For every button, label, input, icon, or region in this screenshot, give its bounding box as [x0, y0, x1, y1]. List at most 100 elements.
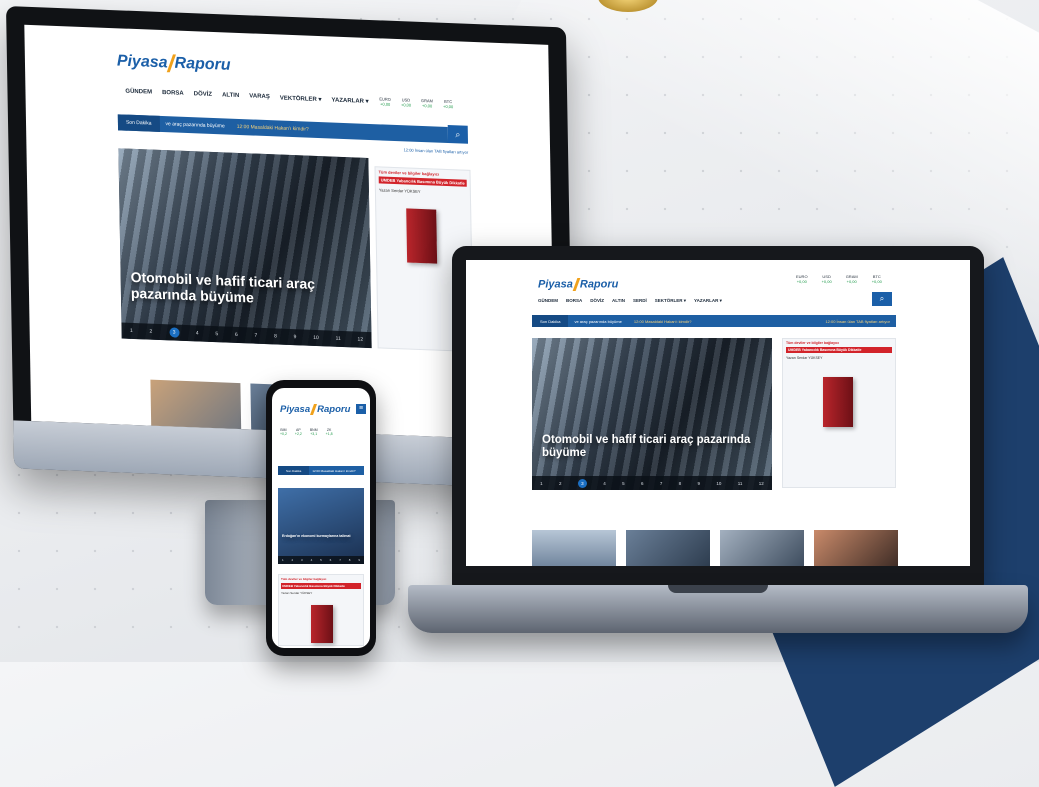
market-item[interactable]: BNM +3,1 [310, 428, 318, 436]
page-dot[interactable]: 8 [349, 558, 351, 562]
nav-item[interactable]: GÜNDEM [538, 298, 558, 304]
breaking-news-ticker[interactable]: ve araç pazarında büyüme [568, 319, 627, 324]
slider-pager: 1 2 3 4 5 6 7 8 9 10 11 12 [532, 476, 772, 490]
site-logo[interactable]: Piyasa Raporu [280, 404, 350, 415]
hero-image [278, 488, 364, 564]
page-dot[interactable]: 2 [149, 329, 152, 335]
hero-headline[interactable]: Erdoğan'ın ekonomi kurmaylarına talimat [282, 534, 362, 538]
page-dot[interactable]: 6 [235, 332, 238, 338]
market-item[interactable]: USD +0,00 [401, 97, 411, 107]
page-dot-active[interactable]: 3 [168, 327, 180, 338]
page-dot[interactable]: 8 [679, 481, 682, 486]
page-dot[interactable]: 9 [698, 481, 701, 486]
page-dot[interactable]: 1 [540, 481, 543, 486]
page-dot[interactable]: 10 [313, 335, 319, 341]
breaking-news-ticker[interactable]: ve araç pazarında büyüme [159, 121, 230, 130]
breaking-news-bar: Son Dakika ve araç pazarında büyüme 12:0… [532, 315, 896, 327]
page-dot[interactable]: 12 [759, 481, 764, 486]
page-dot[interactable]: 6 [330, 558, 332, 562]
nav-item[interactable]: VEKTÖRLER ▾ [280, 95, 322, 104]
nav-item[interactable]: BORSA [566, 298, 582, 304]
breaking-news-ticker[interactable]: 12:00 Masaldaki Hakan'ı kimdir? [309, 469, 358, 473]
nav-item[interactable]: VARAŞ [249, 93, 270, 101]
page-dot-active[interactable]: 3 [577, 478, 587, 488]
search-button[interactable]: ⌕ [872, 292, 892, 306]
market-item[interactable]: GRAM +0,00 [846, 274, 858, 284]
page-dot[interactable]: 7 [254, 333, 257, 339]
nav-item[interactable]: SERDİ [633, 298, 647, 304]
page-dot[interactable]: 10 [716, 481, 721, 486]
page-dot[interactable]: 4 [196, 330, 199, 336]
market-value: +0,00 [821, 279, 832, 284]
page-dot[interactable]: 12 [357, 337, 363, 343]
page-dot[interactable]: 5 [215, 331, 218, 337]
page-dot[interactable]: 1 [282, 558, 284, 562]
page-dot[interactable]: 2 [291, 558, 293, 562]
market-item[interactable]: BIM +0,2 [280, 428, 287, 436]
nav-item[interactable]: SEKTÖRLER ▾ [655, 298, 686, 304]
page-dot[interactable]: 8 [274, 333, 277, 339]
breaking-news-bar: Son Dakika 12:00 Masaldaki Hakan'ı kimdi… [278, 466, 364, 475]
page-dot[interactable]: 5 [320, 558, 322, 562]
hero-slider[interactable]: Otomobil ve hafif ticari araç pazarında … [532, 338, 772, 490]
breaking-news-ticker-2[interactable]: 12:00 Masaldaki Hakan'ı kimdir? [628, 319, 698, 324]
ad-line-1: Tüm deviler ve bilgiler bağlayıcı [281, 577, 327, 581]
laptop-notch [668, 585, 768, 593]
nav-item[interactable]: GÜNDEM [125, 89, 152, 97]
nav-item[interactable]: YAZARLAR ▾ [694, 298, 722, 304]
nav-item[interactable]: ALTIN [222, 92, 239, 100]
logo-text-2: Raporu [317, 404, 351, 416]
news-thumbnail[interactable] [814, 530, 898, 566]
market-item[interactable]: GRAM +0,00 [421, 98, 433, 108]
page-dot[interactable]: 1 [130, 328, 133, 334]
breaking-news-ticker-2[interactable]: 12:00 Masaldaki Hakan'ı kimdir? [231, 124, 315, 133]
nav-item[interactable]: YAZARLAR ▾ [331, 97, 368, 105]
search-icon: ⌕ [455, 128, 461, 139]
market-value: +1,8 [325, 432, 333, 436]
page-dot[interactable]: 3 [301, 558, 303, 562]
market-item[interactable]: EURO +0,00 [379, 96, 391, 106]
market-item[interactable]: EURO +0,00 [796, 274, 808, 284]
page-dot[interactable]: 2 [559, 481, 562, 486]
hero-slider[interactable]: Otomobil ve hafif ticari araç pazarında … [118, 148, 372, 349]
breaking-news-ticker-3[interactable]: 12:00 İnsan ülan TAB fiyatları artıyor [819, 319, 896, 324]
page-dot[interactable]: 11 [738, 481, 743, 486]
nav-item[interactable]: DÖVİZ [590, 298, 604, 304]
news-thumbnail[interactable] [626, 530, 710, 566]
market-item[interactable]: BTC +0,00 [443, 99, 453, 109]
site-logo[interactable]: Piyasa Raporu [117, 52, 231, 75]
market-item[interactable]: ZK +1,8 [326, 428, 333, 436]
news-thumbnail[interactable] [720, 530, 804, 566]
laptop: Piyasa Raporu EURO +0,00 USD +0,00 GRAM +0,0… [452, 246, 984, 588]
hero-headline[interactable]: Otomobil ve hafif ticari araç pazarında … [542, 434, 772, 460]
search-button[interactable]: ⌕ [447, 125, 469, 144]
market-item[interactable]: AP +2,2 [295, 428, 302, 436]
ad-banner[interactable]: Tüm deviler ve bilgiler bağlayıcı UMDEB … [782, 338, 896, 488]
nav-item[interactable]: DÖVİZ [194, 91, 212, 99]
mobile-hero[interactable]: Erdoğan'ın ekonomi kurmaylarına talimat … [278, 488, 364, 564]
page-dot[interactable]: 7 [660, 481, 663, 486]
page-dot[interactable]: 4 [603, 481, 606, 486]
ad-banner[interactable]: Tüm deviler ve bilgiler bağlayıcı UMDEB … [278, 574, 364, 646]
page-dot[interactable]: 6 [641, 481, 644, 486]
logo-text-2: Raporu [174, 54, 231, 74]
page-dot[interactable]: 4 [311, 558, 313, 562]
page-dot[interactable]: 9 [358, 558, 360, 562]
breaking-news-label: Son Dakika [117, 114, 160, 132]
market-item[interactable]: BTC +0,00 [872, 274, 882, 284]
page-dot[interactable]: 11 [335, 336, 340, 342]
nav-item[interactable]: ALTIN [612, 298, 625, 304]
page-dot[interactable]: 5 [622, 481, 625, 486]
nav-item[interactable]: BORSA [162, 90, 184, 98]
market-value: +0,00 [796, 279, 807, 284]
page-dot[interactable]: 9 [294, 334, 297, 340]
page-dot[interactable]: 7 [339, 558, 341, 562]
news-thumbnail[interactable] [532, 530, 616, 566]
logo-text-1: Piyasa [280, 404, 311, 416]
main-nav: GÜNDEM BORSA DÖVİZ ALTIN VARAŞ VEKTÖRLER… [125, 89, 368, 105]
market-item[interactable]: USD +0,00 [822, 274, 832, 284]
site-logo[interactable]: Piyasa Raporu [538, 278, 618, 291]
market-value: +0,2 [280, 432, 287, 436]
menu-button[interactable]: ≡ [356, 404, 366, 414]
laptop-site: Piyasa Raporu EURO +0,00 USD +0,00 GRAM +0,0… [466, 260, 970, 566]
